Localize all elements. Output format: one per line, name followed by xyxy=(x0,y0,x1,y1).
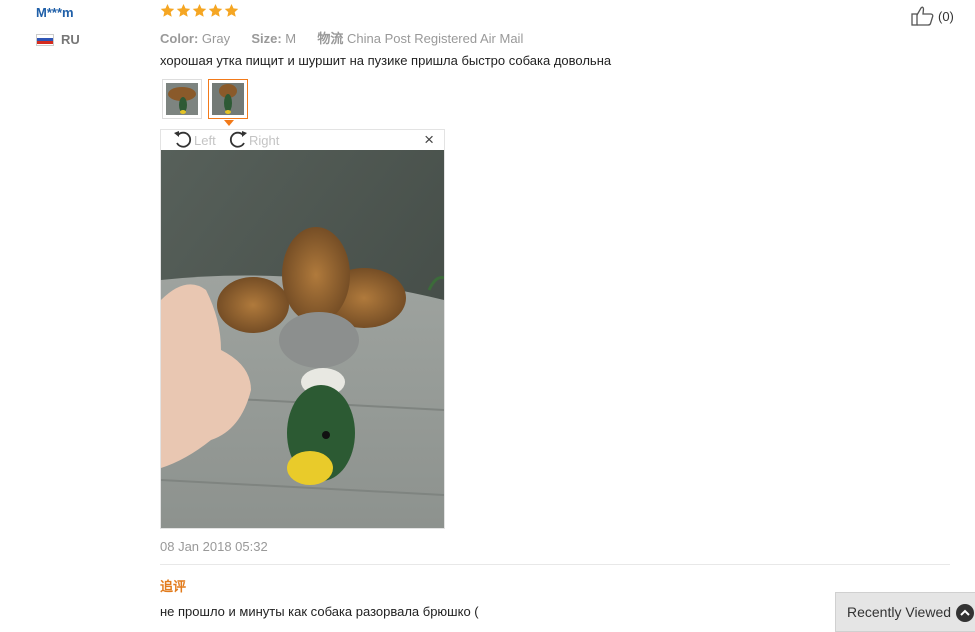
review-photo xyxy=(161,150,444,528)
country-code: RU xyxy=(61,32,80,47)
review-date: 08 Jan 2018 05:32 xyxy=(160,539,268,554)
review-thumbnail[interactable] xyxy=(162,79,202,119)
image-viewer: Left Right × xyxy=(160,129,445,529)
rotate-right-icon xyxy=(229,131,247,148)
chevron-up-icon xyxy=(956,604,974,622)
viewer-toolbar: Left Right × xyxy=(161,130,444,150)
recently-viewed-label: Recently Viewed xyxy=(847,604,952,620)
attr-label: Size: xyxy=(251,31,282,46)
attr-label: Color: xyxy=(160,31,199,46)
star-rating xyxy=(160,3,239,18)
attr-value: China Post Registered Air Mail xyxy=(347,31,524,46)
rotate-left-button[interactable]: Left xyxy=(172,130,216,150)
review-attributes: Color: Gray Size: M 物流 China Post Regist… xyxy=(160,28,523,47)
rotate-right-label: Right xyxy=(249,132,280,148)
star-icon xyxy=(192,3,207,17)
helpful-button[interactable]: (0) xyxy=(911,6,954,26)
reviewer-country: RU xyxy=(36,32,80,47)
followup-label: 追评 xyxy=(160,579,187,594)
duck-toy-thumbnail-image xyxy=(166,83,198,115)
rotate-left-label: Left xyxy=(194,132,216,148)
star-icon xyxy=(160,3,175,17)
selected-indicator xyxy=(224,120,234,126)
attr-value: Gray xyxy=(201,31,231,46)
star-icon xyxy=(224,3,239,17)
duck-toy-photo xyxy=(161,150,444,528)
star-icon xyxy=(208,3,223,17)
review-thumbnail-selected[interactable] xyxy=(208,79,248,119)
rotate-left-icon xyxy=(174,131,192,148)
helpful-count: (0) xyxy=(938,8,954,24)
star-icon xyxy=(176,3,191,17)
attr-label: 物流 xyxy=(317,31,344,46)
attr-value: M xyxy=(285,31,297,46)
duck-toy-thumbnail-image xyxy=(212,83,244,115)
russia-flag-icon xyxy=(36,33,54,46)
review-text: хорошая утка пищит и шуршит на пузике пр… xyxy=(160,53,612,68)
close-viewer-button[interactable]: × xyxy=(424,131,434,149)
rotate-right-button[interactable]: Right xyxy=(227,130,279,150)
thumbs-up-icon xyxy=(911,6,934,26)
divider xyxy=(160,564,950,565)
recently-viewed-button[interactable]: Recently Viewed xyxy=(835,592,975,632)
reviewer-name: M***m xyxy=(36,5,74,20)
followup-text: не прошло и минуты как собака разорвала … xyxy=(160,604,479,619)
